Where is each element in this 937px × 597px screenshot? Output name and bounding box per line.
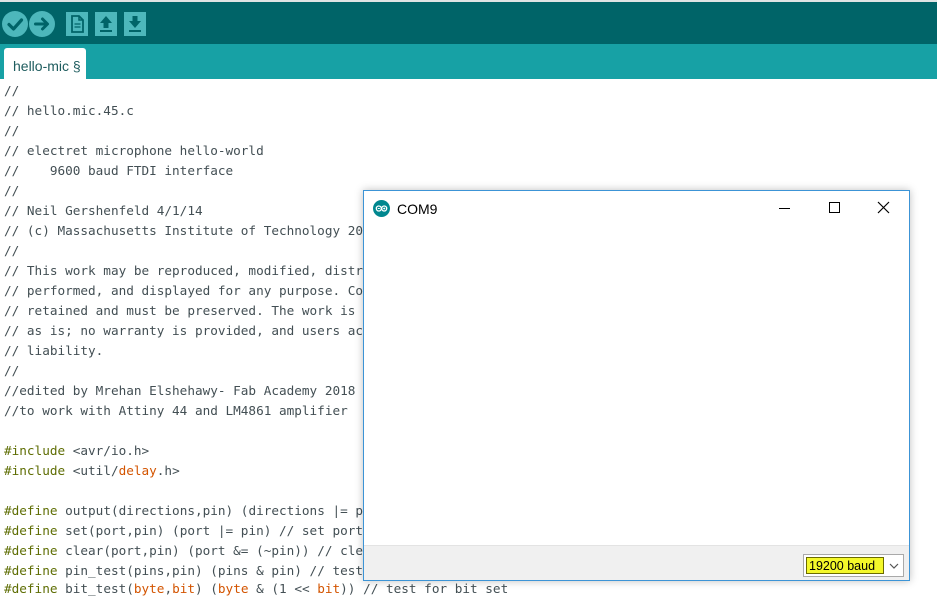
code-line: // <box>4 83 20 98</box>
code-line: // <box>4 363 20 378</box>
baud-rate-dropdown[interactable]: 19200 baud <box>803 554 904 577</box>
window-title: COM9 <box>397 201 438 217</box>
window-titlebar[interactable]: COM9 <box>364 191 909 225</box>
serial-monitor-window: COM9 19200 baud <box>363 190 910 581</box>
upload-arrow-icon <box>34 17 49 31</box>
new-sketch-button[interactable] <box>66 12 88 36</box>
baud-rate-value: 19200 baud <box>806 557 884 574</box>
monitor-status-bar: 19200 baud <box>364 545 909 580</box>
minimize-button[interactable] <box>762 191 808 225</box>
code-line: #define pin_test(pins,pin) (pins & pin) … <box>4 563 364 578</box>
code-line: // electret microphone hello-world <box>4 143 264 158</box>
code-line: // retained and must be preserved. The w… <box>4 303 356 318</box>
code-line: #define set(port,pin) (port |= pin) // s… <box>4 523 364 538</box>
code-line: // <box>4 243 20 258</box>
code-line: // <box>4 123 20 138</box>
open-button[interactable] <box>95 12 117 36</box>
code-line: // liability. <box>4 343 104 358</box>
code-line: // performed, and displayed for any purp… <box>4 283 364 298</box>
verify-button[interactable] <box>2 11 28 37</box>
tab-strip: hello-mic § <box>0 44 937 79</box>
maximize-button[interactable] <box>812 191 858 225</box>
open-arrow-up-icon <box>100 16 112 32</box>
code-line: //to work with Attiny 44 and LM4861 ampl… <box>4 403 348 418</box>
toolbar <box>0 0 937 44</box>
save-arrow-down-icon <box>129 16 141 32</box>
save-button[interactable] <box>124 12 146 36</box>
verify-check-icon <box>7 18 24 31</box>
code-line: // This work may be reproduced, modified… <box>4 263 364 278</box>
new-file-icon <box>71 15 84 33</box>
code-line: // <box>4 183 20 198</box>
code-line: // hello.mic.45.c <box>4 103 134 118</box>
code-line: #include <util/delay.h> <box>4 463 180 478</box>
code-line: #define clear(port,pin) (port &= (~pin))… <box>4 543 364 558</box>
code-line: //edited by Mrehan Elshehawy- Fab Academ… <box>4 383 356 398</box>
serial-output-area[interactable] <box>364 225 909 545</box>
code-line: #define output(directions,pin) (directio… <box>4 503 364 518</box>
close-icon <box>877 201 890 214</box>
arduino-logo-icon <box>373 200 390 217</box>
code-line: // 9600 baud FTDI interface <box>4 163 234 178</box>
code-line: // as is; no warranty is provided, and u… <box>4 323 364 338</box>
minimize-icon <box>779 208 790 209</box>
close-button[interactable] <box>861 191 907 225</box>
code-line: #include <avr/io.h> <box>4 443 150 458</box>
code-line: #define bit_test(byte,bit) (byte & (1 <<… <box>4 581 509 596</box>
chevron-down-icon <box>887 559 901 573</box>
code-line: // Neil Gershenfeld 4/1/14 <box>4 203 203 218</box>
tab-hello-mic[interactable]: hello-mic § <box>4 48 86 79</box>
upload-button[interactable] <box>29 11 55 37</box>
maximize-icon <box>829 202 840 213</box>
code-line: // (c) Massachusetts Institute of Techno… <box>4 223 364 238</box>
